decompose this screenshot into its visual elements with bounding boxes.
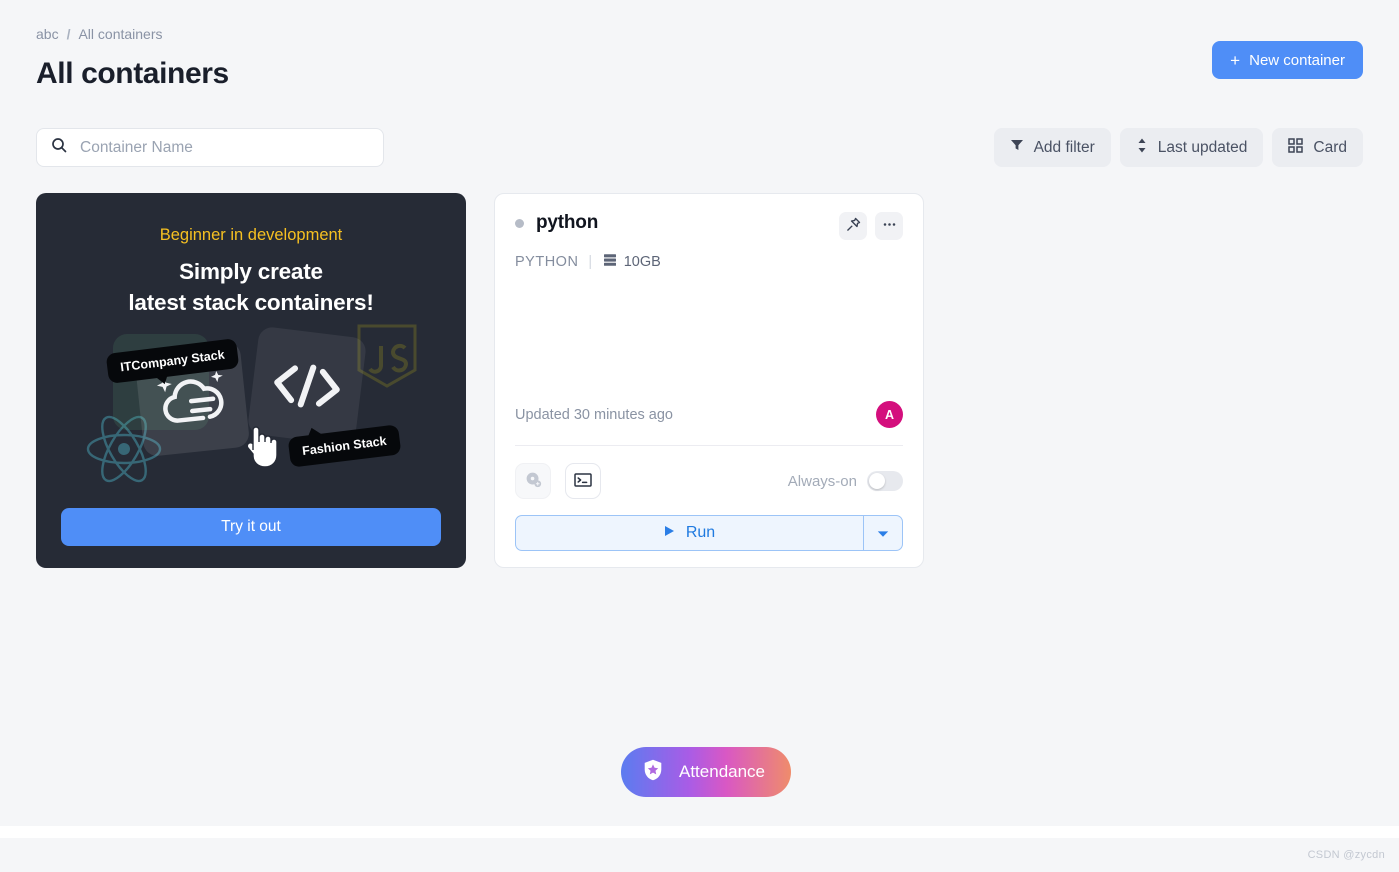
search-box[interactable] xyxy=(36,128,384,167)
run-label: Run xyxy=(685,524,716,541)
sort-label: Last updated xyxy=(1157,138,1248,156)
add-filter-button[interactable]: Add filter xyxy=(993,128,1111,167)
snapshot-add-icon xyxy=(525,471,542,491)
more-options-button[interactable] xyxy=(875,212,903,240)
sort-updown-icon xyxy=(1136,138,1148,158)
container-size: 10GB xyxy=(603,253,661,271)
container-name: python xyxy=(536,212,599,233)
promo-headline-line1: Simply create xyxy=(179,259,323,284)
new-container-button[interactable]: + New container xyxy=(1212,41,1363,79)
page-title: All containers xyxy=(36,57,229,90)
shield-star-icon xyxy=(641,758,665,787)
play-icon xyxy=(664,524,675,542)
filter-icon xyxy=(1010,138,1024,157)
promo-illustration: ITCompany Stack Fashion Stack xyxy=(61,324,441,504)
search-input[interactable] xyxy=(78,137,369,158)
meta-divider: | xyxy=(588,254,593,270)
avatar[interactable]: A xyxy=(876,401,903,428)
pin-icon xyxy=(846,217,861,235)
pin-button[interactable] xyxy=(839,212,867,240)
run-control-group: Run xyxy=(515,515,903,551)
view-mode-button[interactable]: Card xyxy=(1272,128,1363,167)
toggle-knob xyxy=(869,473,885,489)
bottom-white-band xyxy=(0,826,1399,838)
cards-grid: Beginner in development Simply create la… xyxy=(36,193,924,568)
breadcrumb-item-current: All containers xyxy=(78,26,163,42)
always-on-label: Always-on xyxy=(787,472,857,490)
new-container-label: New container xyxy=(1249,51,1345,69)
storage-icon xyxy=(603,253,617,271)
card-body-spacer xyxy=(515,271,903,401)
add-filter-label: Add filter xyxy=(1033,138,1095,156)
try-it-out-button[interactable]: Try it out xyxy=(61,508,441,546)
bottom-strip xyxy=(0,838,1399,872)
divider xyxy=(515,445,903,446)
promo-headline-line2: latest stack containers! xyxy=(128,290,374,316)
terminal-icon xyxy=(574,472,592,491)
toolbar: Add filter Last updated Card xyxy=(993,128,1363,167)
sort-button[interactable]: Last updated xyxy=(1119,128,1264,167)
card-footer-meta: Updated 30 minutes ago A xyxy=(515,401,903,428)
breadcrumb-item-root[interactable]: abc xyxy=(36,26,59,42)
container-size-label: 10GB xyxy=(623,254,661,270)
attendance-label: Attendance xyxy=(679,762,766,781)
updated-text: Updated 30 minutes ago xyxy=(515,406,673,423)
run-button[interactable]: Run xyxy=(515,515,863,551)
status-dot xyxy=(515,218,524,228)
card-header: python xyxy=(515,212,903,240)
breadcrumb: abc / All containers xyxy=(36,26,163,42)
attendance-button[interactable]: Attendance xyxy=(621,747,792,797)
view-mode-label: Card xyxy=(1313,138,1347,156)
promo-kicker: Beginner in development xyxy=(159,226,343,244)
breadcrumb-separator: / xyxy=(66,26,71,42)
container-meta: PYTHON | 10GB xyxy=(515,253,903,271)
more-options-icon xyxy=(882,217,897,235)
watermark: CSDN @zycdn xyxy=(1307,849,1385,861)
search-icon xyxy=(51,137,67,158)
snapshot-add-button[interactable] xyxy=(515,463,551,499)
card-actions: Always-on xyxy=(515,463,903,499)
run-options-button[interactable] xyxy=(863,515,903,551)
plus-icon: + xyxy=(1230,50,1241,70)
always-on-toggle[interactable] xyxy=(867,471,903,491)
promo-card[interactable]: Beginner in development Simply create la… xyxy=(36,193,466,568)
grid-card-icon xyxy=(1288,137,1304,158)
hand-cursor-icon xyxy=(244,424,278,468)
always-on-control: Always-on xyxy=(788,471,903,491)
container-stack: PYTHON xyxy=(515,254,579,270)
chevron-down-icon xyxy=(877,526,889,541)
container-card-python[interactable]: python PYTHON | 10GB Updated 30 minutes … xyxy=(494,193,924,568)
terminal-button[interactable] xyxy=(565,463,601,499)
